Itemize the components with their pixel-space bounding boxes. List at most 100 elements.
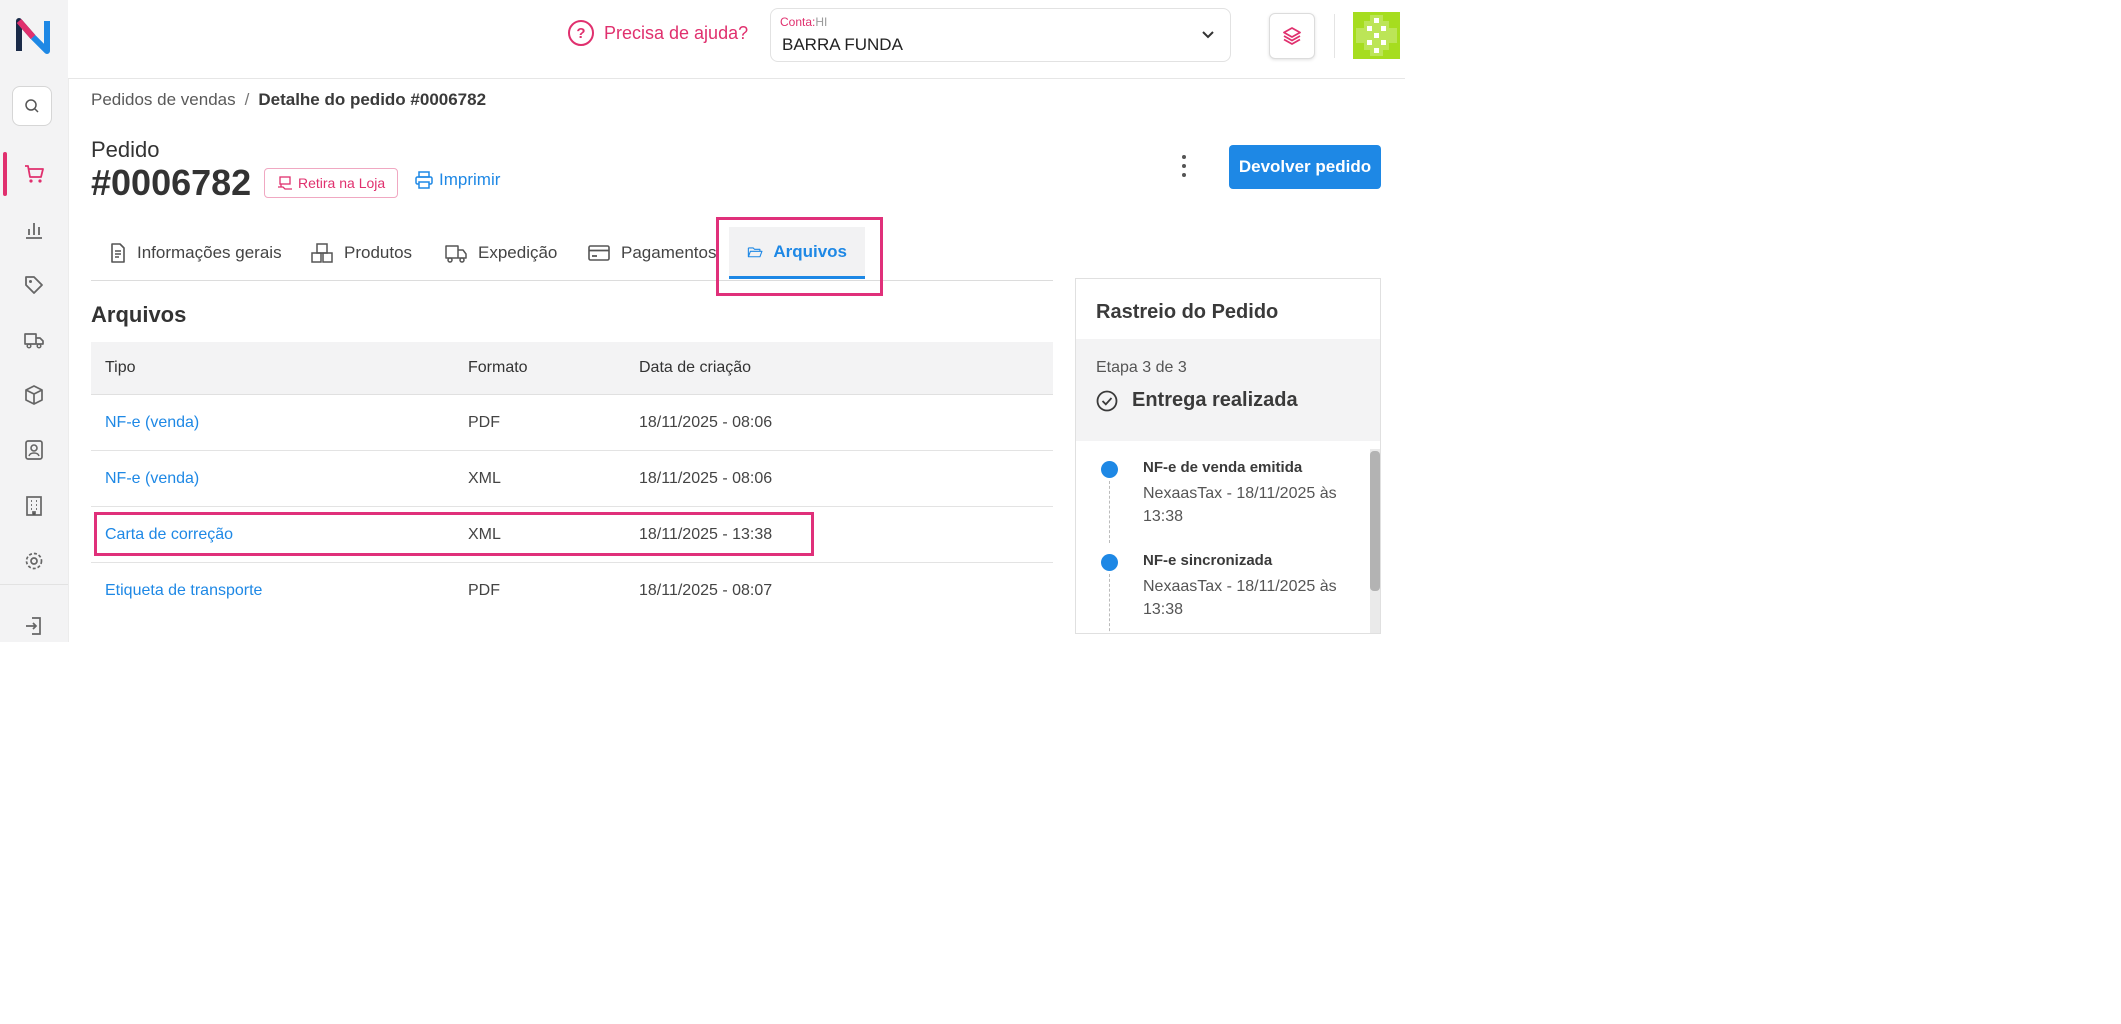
account-label: Conta:HI: [780, 15, 828, 29]
box-icon: [25, 385, 43, 405]
document-icon: [111, 243, 125, 263]
table-row: NF-e (venda) PDF 18/11/2025 - 08:06: [91, 395, 1053, 451]
file-link[interactable]: NF-e (venda): [105, 395, 199, 450]
sidebar-item-shipping[interactable]: [0, 320, 68, 360]
sidebar: [0, 0, 69, 642]
file-date: 18/11/2025 - 08:07: [639, 581, 773, 599]
building-icon: [26, 496, 42, 516]
file-format: PDF: [468, 413, 500, 431]
tab-label: Informações gerais: [137, 243, 282, 262]
column-header-type: Tipo: [105, 359, 136, 376]
files-section-title: Arquivos: [91, 302, 187, 327]
check-circle-icon: [1096, 390, 1118, 411]
highlight-box-files-tab: [716, 217, 883, 296]
tracking-current-status: Entrega realizada: [1096, 389, 1298, 412]
tab-products[interactable]: Produtos: [310, 227, 412, 279]
sidebar-item-settings[interactable]: [0, 541, 68, 581]
event-title: NF-e de venda emitida: [1143, 459, 1303, 476]
account-selector[interactable]: Conta:HI BARRA FUNDA: [770, 8, 1231, 62]
sidebar-item-products[interactable]: [0, 375, 68, 415]
file-date: 18/11/2025 - 08:06: [639, 469, 773, 487]
tracking-event: NF-e sincronizada NexaasTax - 18/11/2025…: [1076, 542, 1366, 633]
page-title: #0006782: [91, 162, 252, 203]
contact-card-icon: [25, 440, 43, 460]
cart-icon: [25, 165, 44, 183]
help-label: Precisa de ajuda?: [604, 22, 749, 43]
file-link[interactable]: NF-e (venda): [105, 451, 199, 506]
tracking-step: Etapa 3 de 3: [1096, 359, 1187, 376]
truck-icon: [24, 333, 44, 349]
sidebar-divider: [0, 584, 68, 585]
file-date: 18/11/2025 - 08:06: [639, 413, 773, 431]
truck-icon: [445, 245, 467, 263]
tracking-status: Etapa 3 de 3 Entrega realizada: [1076, 339, 1380, 441]
tab-payments[interactable]: Pagamentos: [587, 227, 716, 279]
header-divider: [1334, 14, 1335, 58]
tab-label: Expedição: [478, 243, 558, 262]
breadcrumb-current: Detalhe do pedido #0006782: [258, 90, 487, 109]
table-row: Etiqueta de transporte PDF 18/11/2025 - …: [91, 563, 1053, 618]
pickup-badge: Retira na Loja: [264, 168, 399, 198]
return-order-button[interactable]: Devolver pedido: [1229, 145, 1381, 189]
help-icon: ?: [568, 20, 594, 46]
tag-icon: [25, 276, 43, 294]
top-header: ? Precisa de ajuda? Conta:HI BARRA FUNDA: [68, 0, 1405, 79]
tab-general-info[interactable]: Informações gerais: [109, 227, 282, 279]
column-header-format: Formato: [468, 359, 528, 376]
sidebar-item-promotions[interactable]: [0, 265, 68, 305]
sidebar-search-button[interactable]: [12, 86, 52, 126]
sidebar-item-reports[interactable]: [0, 210, 68, 250]
event-connector: [1109, 574, 1110, 633]
avatar[interactable]: [1353, 12, 1400, 59]
event-detail: NexaasTax - 18/11/2025 às 13:38: [1143, 485, 1337, 525]
printer-icon: [415, 171, 433, 189]
sidebar-item-stores[interactable]: [0, 486, 68, 526]
layers-icon: [1283, 27, 1301, 45]
tab-label: Pagamentos: [621, 243, 717, 262]
event-dot: [1101, 554, 1118, 571]
sidebar-item-orders[interactable]: [0, 152, 68, 196]
table-row: NF-e (venda) XML 18/11/2025 - 08:06: [91, 451, 1053, 507]
bar-chart-icon: [26, 223, 42, 239]
event-title: NF-e sincronizada: [1143, 552, 1273, 569]
files-table: Tipo Formato Data de criação NF-e (venda…: [91, 342, 1053, 618]
print-label: Imprimir: [439, 170, 501, 189]
tracking-status-label: Entrega realizada: [1132, 389, 1298, 411]
pickup-badge-label: Retira na Loja: [298, 175, 386, 191]
breadcrumb-parent-link[interactable]: Pedidos de vendas: [91, 90, 236, 109]
search-icon: [25, 99, 39, 113]
chevron-down-icon: [1202, 31, 1214, 39]
sidebar-item-customers[interactable]: [0, 430, 68, 470]
help-link[interactable]: ? Precisa de ajuda?: [568, 20, 748, 46]
sidebar-item-logout[interactable]: [0, 606, 68, 646]
event-detail: NexaasTax - 18/11/2025 às 13:38: [1143, 578, 1337, 618]
order-label: Pedido: [91, 137, 160, 162]
column-header-created: Data de criação: [639, 359, 752, 376]
credit-card-icon: [588, 245, 610, 261]
tab-label: Produtos: [344, 243, 413, 262]
breadcrumb: Pedidos de vendas / Detalhe do pedido #000…: [91, 90, 486, 110]
boxes-icon: [311, 243, 333, 263]
tracking-event: NF-e de venda emitida NexaasTax - 18/11/…: [1076, 449, 1366, 543]
print-link[interactable]: Imprimir: [414, 170, 500, 190]
table-header: Tipo Formato Data de criação: [91, 342, 1053, 395]
tracking-scrollbar-thumb[interactable]: [1370, 451, 1380, 591]
breadcrumb-separator: /: [244, 90, 250, 109]
event-dot: [1101, 461, 1118, 478]
event-connector: [1109, 481, 1110, 543]
logout-icon: [26, 617, 41, 635]
tab-shipping[interactable]: Expedição: [444, 227, 557, 279]
order-tabs: Informações gerais Produtos Expedição Pa…: [91, 227, 1053, 281]
file-link[interactable]: Etiqueta de transporte: [105, 563, 262, 618]
gear-icon: [25, 552, 43, 570]
file-format: XML: [468, 469, 501, 487]
more-options-icon[interactable]: [1176, 152, 1192, 180]
store-pickup-icon: [278, 176, 292, 190]
app-logo[interactable]: [13, 15, 53, 55]
highlight-box-correction-row: [94, 512, 814, 556]
order-tracking-panel: Rastreio do Pedido Etapa 3 de 3 Entrega …: [1075, 278, 1381, 634]
layers-button[interactable]: [1269, 13, 1315, 59]
file-format: PDF: [468, 581, 500, 599]
account-value: BARRA FUNDA: [782, 35, 903, 54]
tracking-title: Rastreio do Pedido: [1096, 301, 1279, 323]
